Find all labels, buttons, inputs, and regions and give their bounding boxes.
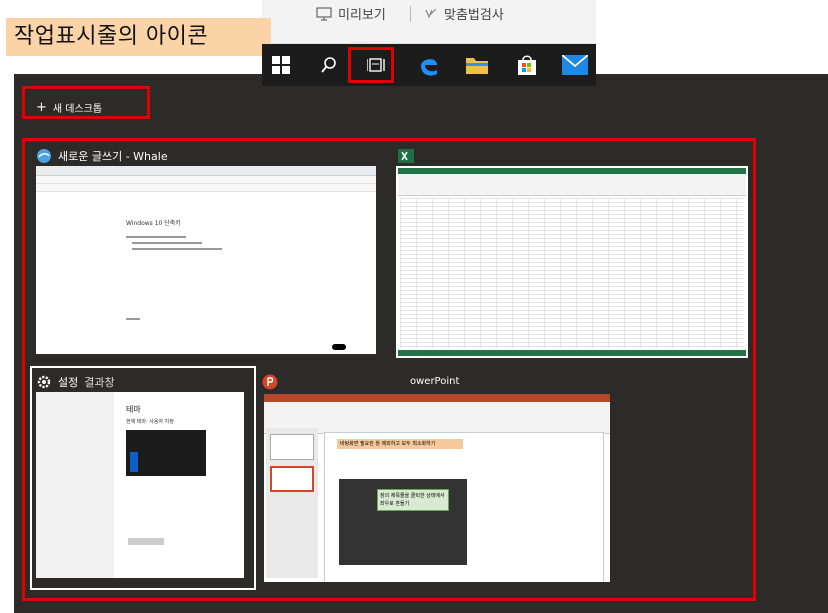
editor-toolbar [36,184,376,192]
preview-label: 미리보기 [338,8,386,23]
window-thumbnail-whale[interactable]: Windows 10 단축키 [36,166,376,354]
window-title-label: 새로운 글쓰기 - Whale [58,150,168,163]
settings-sidebar [36,392,114,578]
window-thumbnail-excel[interactable] [396,166,748,358]
spellcheck-button[interactable]: 맞춤법검사 [424,4,504,23]
screenshot: 미리보기 맞춤법검사 작업표시줄의 아이콘 + 새 데스크톱 새로운 글쓰기 -… [0,0,828,613]
settings-page-subtitle: 현재 테마: 사용자 지정 [126,419,174,425]
task-view-highlight [348,47,394,83]
taskbar [262,44,596,86]
doc-line [126,318,140,320]
caption-label: 작업표시줄의 아이콘 [6,18,271,56]
slide-callout-1: 바탕화면 필요한 창 제외하고 모두 최소화하기 [337,439,463,449]
excel-ribbon [398,174,746,196]
spellcheck-label: 맞춤법검사 [444,8,504,23]
doc-line [132,248,222,250]
powerpoint-titlebar [264,394,610,402]
new-desktop-label: 새 데스크톱 [52,104,103,115]
store-icon[interactable] [512,50,542,80]
edge-icon[interactable] [414,50,444,80]
excel-icon [398,149,414,163]
window-thumbnail-settings[interactable]: 테마 현재 테마: 사용자 지정 [36,392,244,578]
theme-preview [126,430,206,476]
slide-canvas: 바탕화면 필요한 창 제외하고 모두 최소화하기 창의 제목줄을 클릭한 상태에… [324,432,604,582]
window-thumbnail-powerpoint[interactable]: 바탕화면 필요한 창 제외하고 모두 최소화하기 창의 제목줄을 클릭한 상태에… [264,394,610,582]
window-title-excel[interactable] [398,148,414,164]
save-button[interactable] [332,344,346,350]
doc-line [126,236,186,238]
settings-button[interactable] [128,538,164,545]
window-title-whale[interactable]: 새로운 글쓰기 - Whale [36,148,168,164]
spellcheck-icon [425,8,437,19]
whale-icon [37,149,51,163]
monitor-icon [316,6,332,21]
excel-grid [400,198,744,348]
window-title-powerpoint[interactable] [262,374,278,390]
browser-addressbar [36,176,376,184]
powerpoint-icon [262,374,278,390]
file-explorer-icon[interactable] [462,50,492,80]
search-icon[interactable] [314,50,344,80]
preview-button[interactable]: 미리보기 [316,4,386,23]
slide-callout-2: 창의 제목줄을 클릭한 상태에서 좌우로 흔들기 [377,489,449,511]
excel-statusbar [398,350,746,356]
windows-start-icon[interactable] [266,50,296,80]
ribbon-toolbar: 미리보기 맞춤법검사 [262,0,596,44]
new-desktop-button[interactable]: + 새 데스크톱 [36,100,102,115]
doc-heading: Windows 10 단축키 [126,220,181,227]
slide-thumbnail[interactable] [270,466,314,492]
plus-icon: + [36,100,47,115]
window-title-label: owerPoint [410,376,460,387]
ribbon-divider [410,6,411,22]
settings-page-title: 테마 [126,405,141,414]
browser-tabbar [36,166,376,176]
mail-icon[interactable] [560,50,590,80]
doc-line [132,242,202,244]
slide-thumbnail[interactable] [270,434,314,460]
